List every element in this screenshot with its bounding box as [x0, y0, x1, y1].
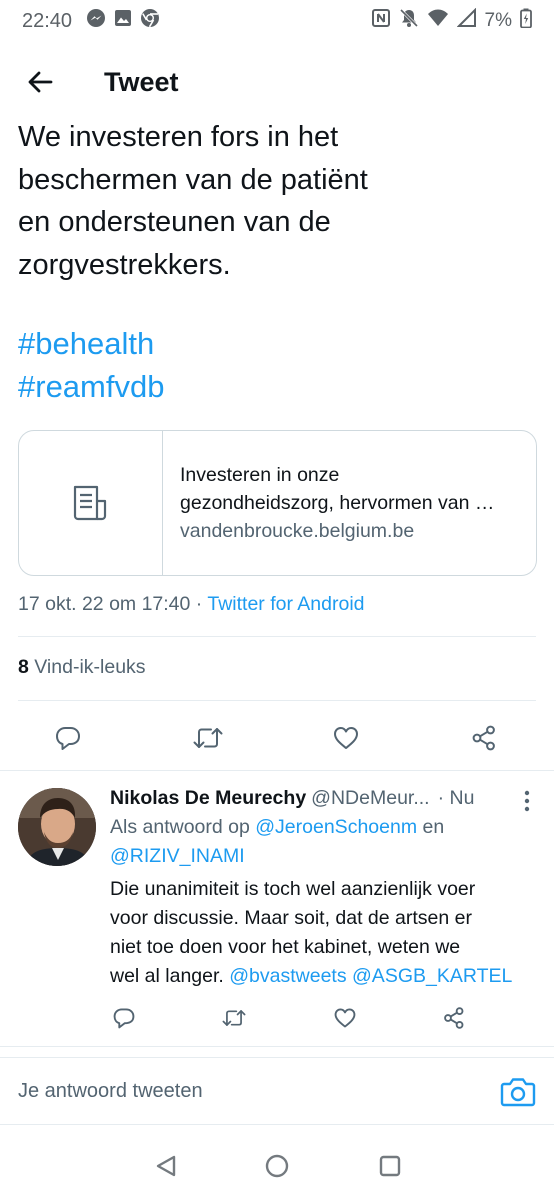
reply-text-line: Die unanimiteit is toch wel aanzienlijk …: [110, 878, 476, 900]
tweet-source-link[interactable]: Twitter for Android: [207, 593, 364, 615]
link-card-domain: vandenbroucke.belgium.be: [180, 520, 415, 542]
reply-button[interactable]: [44, 710, 92, 766]
share-icon: [444, 1007, 464, 1029]
system-icons: 7%: [371, 7, 532, 34]
reply-text: Die unanimiteit is toch wel aanzienlijk …: [110, 875, 540, 991]
more-vertical-icon: [524, 790, 530, 812]
tweet-actions: [0, 710, 554, 766]
mention-link[interactable]: @bvastweets: [229, 965, 346, 987]
camera-button[interactable]: [500, 1076, 536, 1108]
mention-link[interactable]: @RIZIV_INAMI: [110, 845, 245, 867]
link-card[interactable]: Investeren in onze gezondheidszorg, herv…: [18, 430, 537, 576]
divider: [18, 700, 536, 701]
tweet-date: 17 okt. 22 om 17:40: [18, 593, 191, 615]
battery-percent: 7%: [484, 10, 512, 31]
reply-text-line: niet toe doen voor het kabinet, weten we: [110, 936, 461, 958]
link-card-title: Investeren in onze: [180, 464, 340, 486]
notification-icons: [86, 8, 160, 34]
likes-label: Vind-ik-leuks: [34, 656, 146, 678]
link-card-info: Investeren in onze gezondheidszorg, herv…: [163, 431, 510, 575]
retweet-button[interactable]: [184, 710, 232, 766]
heart-icon: [334, 1008, 356, 1028]
document-icon: [73, 485, 106, 521]
status-bar: 22:40 7%: [0, 0, 554, 42]
in-reply-to: Als antwoord op @JeroenSchoenm en @RIZIV…: [110, 813, 540, 871]
reply-header: Nikolas De Meurechy @NDeMeur... · Nu: [110, 784, 540, 812]
hashtag-link[interactable]: #reamfvdb: [18, 365, 164, 408]
in-reply-and: en: [417, 816, 445, 838]
likes-number: 8: [18, 656, 29, 678]
reply-share-button[interactable]: [434, 998, 474, 1038]
divider: [0, 770, 554, 771]
retweet-icon: [193, 728, 223, 748]
reply-icon: [113, 1008, 135, 1029]
author-handle[interactable]: @NDeMeur...: [311, 784, 429, 812]
camera-icon: [500, 1078, 536, 1107]
nav-recents-button[interactable]: [376, 1152, 404, 1180]
like-button[interactable]: [322, 710, 370, 766]
author-name[interactable]: Nikolas De Meurechy: [110, 784, 306, 812]
back-button[interactable]: [12, 54, 68, 110]
reply-like-button[interactable]: [325, 998, 365, 1038]
reply-text-line: wel al langer. @bvastweets @ASGB_KARTEL: [110, 962, 540, 991]
divider: [0, 1124, 554, 1125]
reply-input[interactable]: Je antwoord tweeten: [18, 1080, 203, 1103]
reply-text-line: voor discussie. Maar soit, dat de artsen…: [110, 907, 472, 929]
reply-body: Nikolas De Meurechy @NDeMeur... · Nu Als…: [110, 784, 540, 991]
circle-home-icon: [265, 1154, 289, 1178]
tweet-text-line: zorgvestrekkers.: [18, 248, 231, 281]
in-reply-prefix: Als antwoord op: [110, 816, 256, 838]
reply-tweet[interactable]: Nikolas De Meurechy @NDeMeur... · Nu Als…: [0, 772, 554, 1047]
tweet-text-line: beschermen van de patiënt: [18, 163, 368, 196]
messenger-icon: [86, 8, 106, 34]
wifi-icon: [427, 8, 449, 34]
reply-reply-button[interactable]: [104, 998, 144, 1038]
heart-icon: [334, 727, 358, 749]
share-button[interactable]: [460, 710, 508, 766]
square-recents-icon: [379, 1155, 401, 1177]
divider: [18, 636, 536, 637]
battery-charging-icon: [520, 8, 532, 34]
hashtag-text: #behealth: [18, 326, 155, 361]
nfc-icon: [371, 8, 391, 34]
chrome-icon: [140, 8, 160, 34]
reply-icon: [56, 727, 80, 750]
mute-icon: [399, 8, 419, 34]
retweet-icon: [222, 1010, 246, 1026]
image-icon: [113, 8, 133, 34]
system-nav-bar: [0, 1130, 554, 1200]
tweet-text: We investeren fors in het beschermen van…: [18, 116, 518, 286]
tweet-text-line: en ondersteunen van de: [18, 206, 331, 238]
more-options-button[interactable]: [516, 786, 538, 816]
status-time: 22:40: [22, 9, 73, 32]
hashtag-link[interactable]: #behealth: [18, 322, 164, 365]
hashtag-text: #reamfvdb: [18, 369, 165, 404]
hashtags: #behealth #reamfvdb: [18, 322, 164, 408]
share-icon: [472, 725, 495, 751]
link-card-thumbnail: [19, 431, 163, 575]
page-title: Tweet: [104, 66, 179, 97]
app-bar: Tweet: [0, 50, 554, 114]
reply-retweet-button[interactable]: [214, 998, 254, 1038]
mention-link[interactable]: @JeroenSchoenm: [255, 816, 417, 838]
divider: [0, 1046, 554, 1047]
nav-back-button[interactable]: [152, 1152, 180, 1180]
meta-separator: ·: [190, 593, 208, 615]
link-card-title: gezondheidszorg, hervormen van …: [180, 492, 495, 514]
triangle-back-icon: [156, 1155, 176, 1177]
reply-actions: [0, 998, 554, 1038]
nav-home-button[interactable]: [263, 1152, 291, 1180]
reply-composer: Je antwoord tweeten: [0, 1058, 554, 1124]
likes-count[interactable]: 8 Vind-ik-leuks: [18, 656, 146, 679]
reply-text-fragment: wel al langer.: [110, 965, 230, 987]
tweet-meta: 17 okt. 22 om 17:40 · Twitter for Androi…: [18, 593, 365, 616]
reply-time: · Nu: [437, 787, 475, 809]
signal-icon: [456, 7, 477, 34]
tweet-text-line: We investeren fors in het: [18, 121, 339, 153]
avatar[interactable]: [18, 788, 96, 866]
mention-link[interactable]: @ASGB_KARTEL: [352, 965, 512, 987]
arrow-left-icon: [28, 71, 53, 93]
